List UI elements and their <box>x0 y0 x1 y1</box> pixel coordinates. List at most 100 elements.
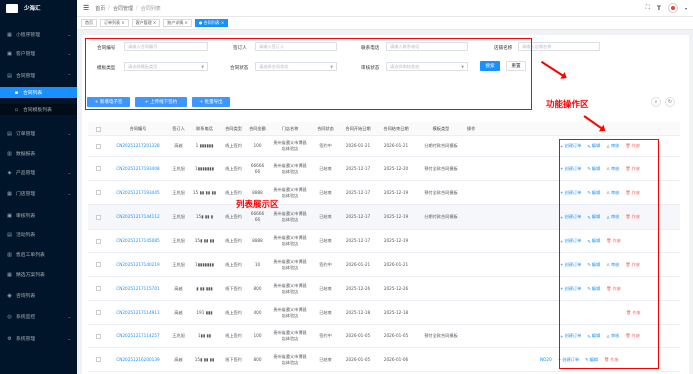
sidebar-item[interactable]: ▣ 客户管理 ⌄ <box>0 48 77 59</box>
breadcrumb-contract-list: 合同列表 <box>140 5 161 12</box>
column-header: 合同类型 <box>225 126 242 131</box>
cell-no[interactable]: CN20251217140219 <box>108 253 168 276</box>
cell-no[interactable]: CN20251217201328 <box>108 136 168 156</box>
cell-tpl: 分期付款合同模板 <box>424 214 458 219</box>
tab-tag[interactable]: 订单列表 × <box>100 19 129 27</box>
sidebar-item[interactable]: ▥ 售后工单列表 <box>0 249 77 260</box>
chevron-down-icon: ⌄ <box>67 170 71 175</box>
cell-signer: 高越 <box>174 309 183 315</box>
monitor-icon: ◎ <box>7 313 12 320</box>
cell-tpl <box>415 301 467 324</box>
sidebar-item[interactable]: ▫ 合同模板列表 <box>0 104 77 115</box>
sidebar-item[interactable]: ▪ 合同列表 <box>0 87 77 98</box>
cell-tpl: 预付全款合同模板 <box>424 333 458 338</box>
sidebar-item[interactable]: ▣ 审核列表 <box>0 210 77 221</box>
search-toggle-icon[interactable]: ⌕ <box>651 97 661 107</box>
tab-tag[interactable]: 账户详情 × <box>163 19 192 27</box>
sidebar-item[interactable]: ▤ 订单管理 ⌄ <box>0 128 77 139</box>
cell-no[interactable]: CN20251217193445 <box>108 181 168 204</box>
tab-tag[interactable]: 首页 <box>81 19 97 27</box>
cell-tpl: 预付全款合同模板 <box>424 165 458 171</box>
select-all-checkbox[interactable] <box>88 122 108 136</box>
cell-phone: 191 ▮▮▮ <box>196 309 213 315</box>
cell-end: 2025-12-18 <box>383 309 409 315</box>
column-header: 联系电话 <box>196 126 213 131</box>
row-checkbox[interactable] <box>88 181 108 204</box>
column-header: 操作 <box>467 126 476 131</box>
cell-no[interactable]: CN20251217114257 <box>108 325 168 347</box>
sidebar-item[interactable]: ◈ 产品管理 ⌄ <box>0 167 77 178</box>
function-area-annotation: 功能操作区 <box>546 100 589 110</box>
row-checkbox[interactable] <box>88 157 108 180</box>
cell-signer: 高越 <box>174 356 183 362</box>
cell-start: 2025-12-17 <box>345 238 371 243</box>
sidebar-item[interactable]: ◎ 系统监控 ⌄ <box>0 311 77 322</box>
sidebar-item-label: 审核列表 <box>16 214 36 219</box>
cell-no[interactable]: CN20251217114911 <box>108 301 168 324</box>
cell-no[interactable]: CN20251217145085 <box>108 230 168 252</box>
cell-start: 2025-12-18 <box>345 309 371 315</box>
cell-status: 已结束 <box>319 189 332 195</box>
cell-status: 已结束 <box>319 165 332 171</box>
cell-start: 2026-01-05 <box>345 333 371 338</box>
top-bar: ☰ 首页 / 合同管理 / 合同列表 ⛶ T ▾ <box>77 0 693 16</box>
chevron-down-icon: ⌄ <box>67 336 71 341</box>
chevron-down-icon[interactable]: ▾ <box>685 6 687 11</box>
sidebar-item[interactable]: ⚙ 系统管理 ⌄ <box>0 333 77 344</box>
cell-status: 已结束 <box>319 214 332 219</box>
order-no-link[interactable]: NO20 <box>540 357 552 362</box>
sidebar-item-label: 小程序管理 <box>16 33 40 38</box>
cell-phone: 1 ▮▮▮▮▮▮ <box>195 143 214 148</box>
cell-start: 2026-01-05 <box>345 356 371 362</box>
ops-area-highlight <box>559 139 659 369</box>
cell-no[interactable]: CN20251216200139 <box>108 348 168 371</box>
row-checkbox[interactable] <box>88 253 108 276</box>
sidebar-item[interactable]: ▥ 数据报表 <box>0 148 77 159</box>
cell-no[interactable]: CN20251217115701 <box>108 277 168 300</box>
tab-tag[interactable]: ● 合同列表 × <box>194 19 229 27</box>
row-checkbox[interactable] <box>88 205 108 229</box>
menu-toggle-icon[interactable]: ☰ <box>83 4 89 12</box>
chevron-down-icon: ⌄ <box>67 314 71 319</box>
row-checkbox[interactable] <box>88 348 108 371</box>
font-size-icon[interactable]: T <box>657 5 661 12</box>
cell-no[interactable]: CN20251217193408 <box>108 157 168 180</box>
cell-status: 签约中 <box>319 143 332 148</box>
sidebar-item[interactable]: ▦ 精选方案列表 <box>0 269 77 280</box>
cell-status: 已结束 <box>319 356 332 362</box>
breadcrumb-contract-mgmt[interactable]: 合同管理 <box>113 5 133 12</box>
sidebar-item-label: 产品管理 <box>16 171 36 176</box>
row-checkbox[interactable] <box>88 325 108 347</box>
cell-no[interactable]: CN20251217144112 <box>108 205 168 229</box>
cell-start: 2026-01-21 <box>345 143 371 148</box>
cell-tpl <box>415 348 467 371</box>
refresh-icon[interactable]: ↻ <box>665 97 675 107</box>
avatar[interactable] <box>667 3 678 13</box>
cell-status: 已结束 <box>319 238 332 243</box>
sidebar-item[interactable]: ▤ 合同管理 ⌃ <box>0 70 77 81</box>
sidebar-item[interactable]: ▦ 门店管理 ⌄ <box>0 188 77 199</box>
sidebar-item[interactable]: ◉ 咨询列表 <box>0 290 77 301</box>
order-icon: ▤ <box>7 130 12 137</box>
row-checkbox[interactable] <box>88 230 108 252</box>
audit-icon: ▣ <box>7 212 12 219</box>
cell-phone: 15 ▮▮ ▮▮ ▮▮ <box>192 189 217 195</box>
row-checkbox[interactable] <box>88 301 108 324</box>
tab-tag[interactable]: 客户管理 × <box>131 19 161 27</box>
cell-end: 2026-01-05 <box>383 333 409 338</box>
row-checkbox[interactable] <box>88 136 108 156</box>
cell-signer: 王兆旭 <box>172 214 185 219</box>
cell-amount: 400 <box>253 309 262 315</box>
sidebar-item-label: 合同管理 <box>16 74 36 79</box>
chevron-up-icon: ⌃ <box>67 73 71 78</box>
breadcrumb-home[interactable]: 首页 <box>95 5 105 12</box>
cell-store: 贵州省遵义市博昌店体验店 <box>273 258 307 270</box>
row-checkbox[interactable] <box>88 277 108 300</box>
sidebar-item[interactable]: ▦ 小程序管理 ⌄ <box>0 29 77 40</box>
cell-signer: 王兆旭 <box>172 165 185 171</box>
cell-tpl: 分期付款合同模板 <box>424 143 458 148</box>
logo-icon <box>6 3 18 13</box>
cell-tpl <box>415 230 467 252</box>
sidebar-item[interactable]: ▤ 活动列表 <box>0 229 77 240</box>
fullscreen-icon[interactable]: ⛶ <box>646 4 650 12</box>
